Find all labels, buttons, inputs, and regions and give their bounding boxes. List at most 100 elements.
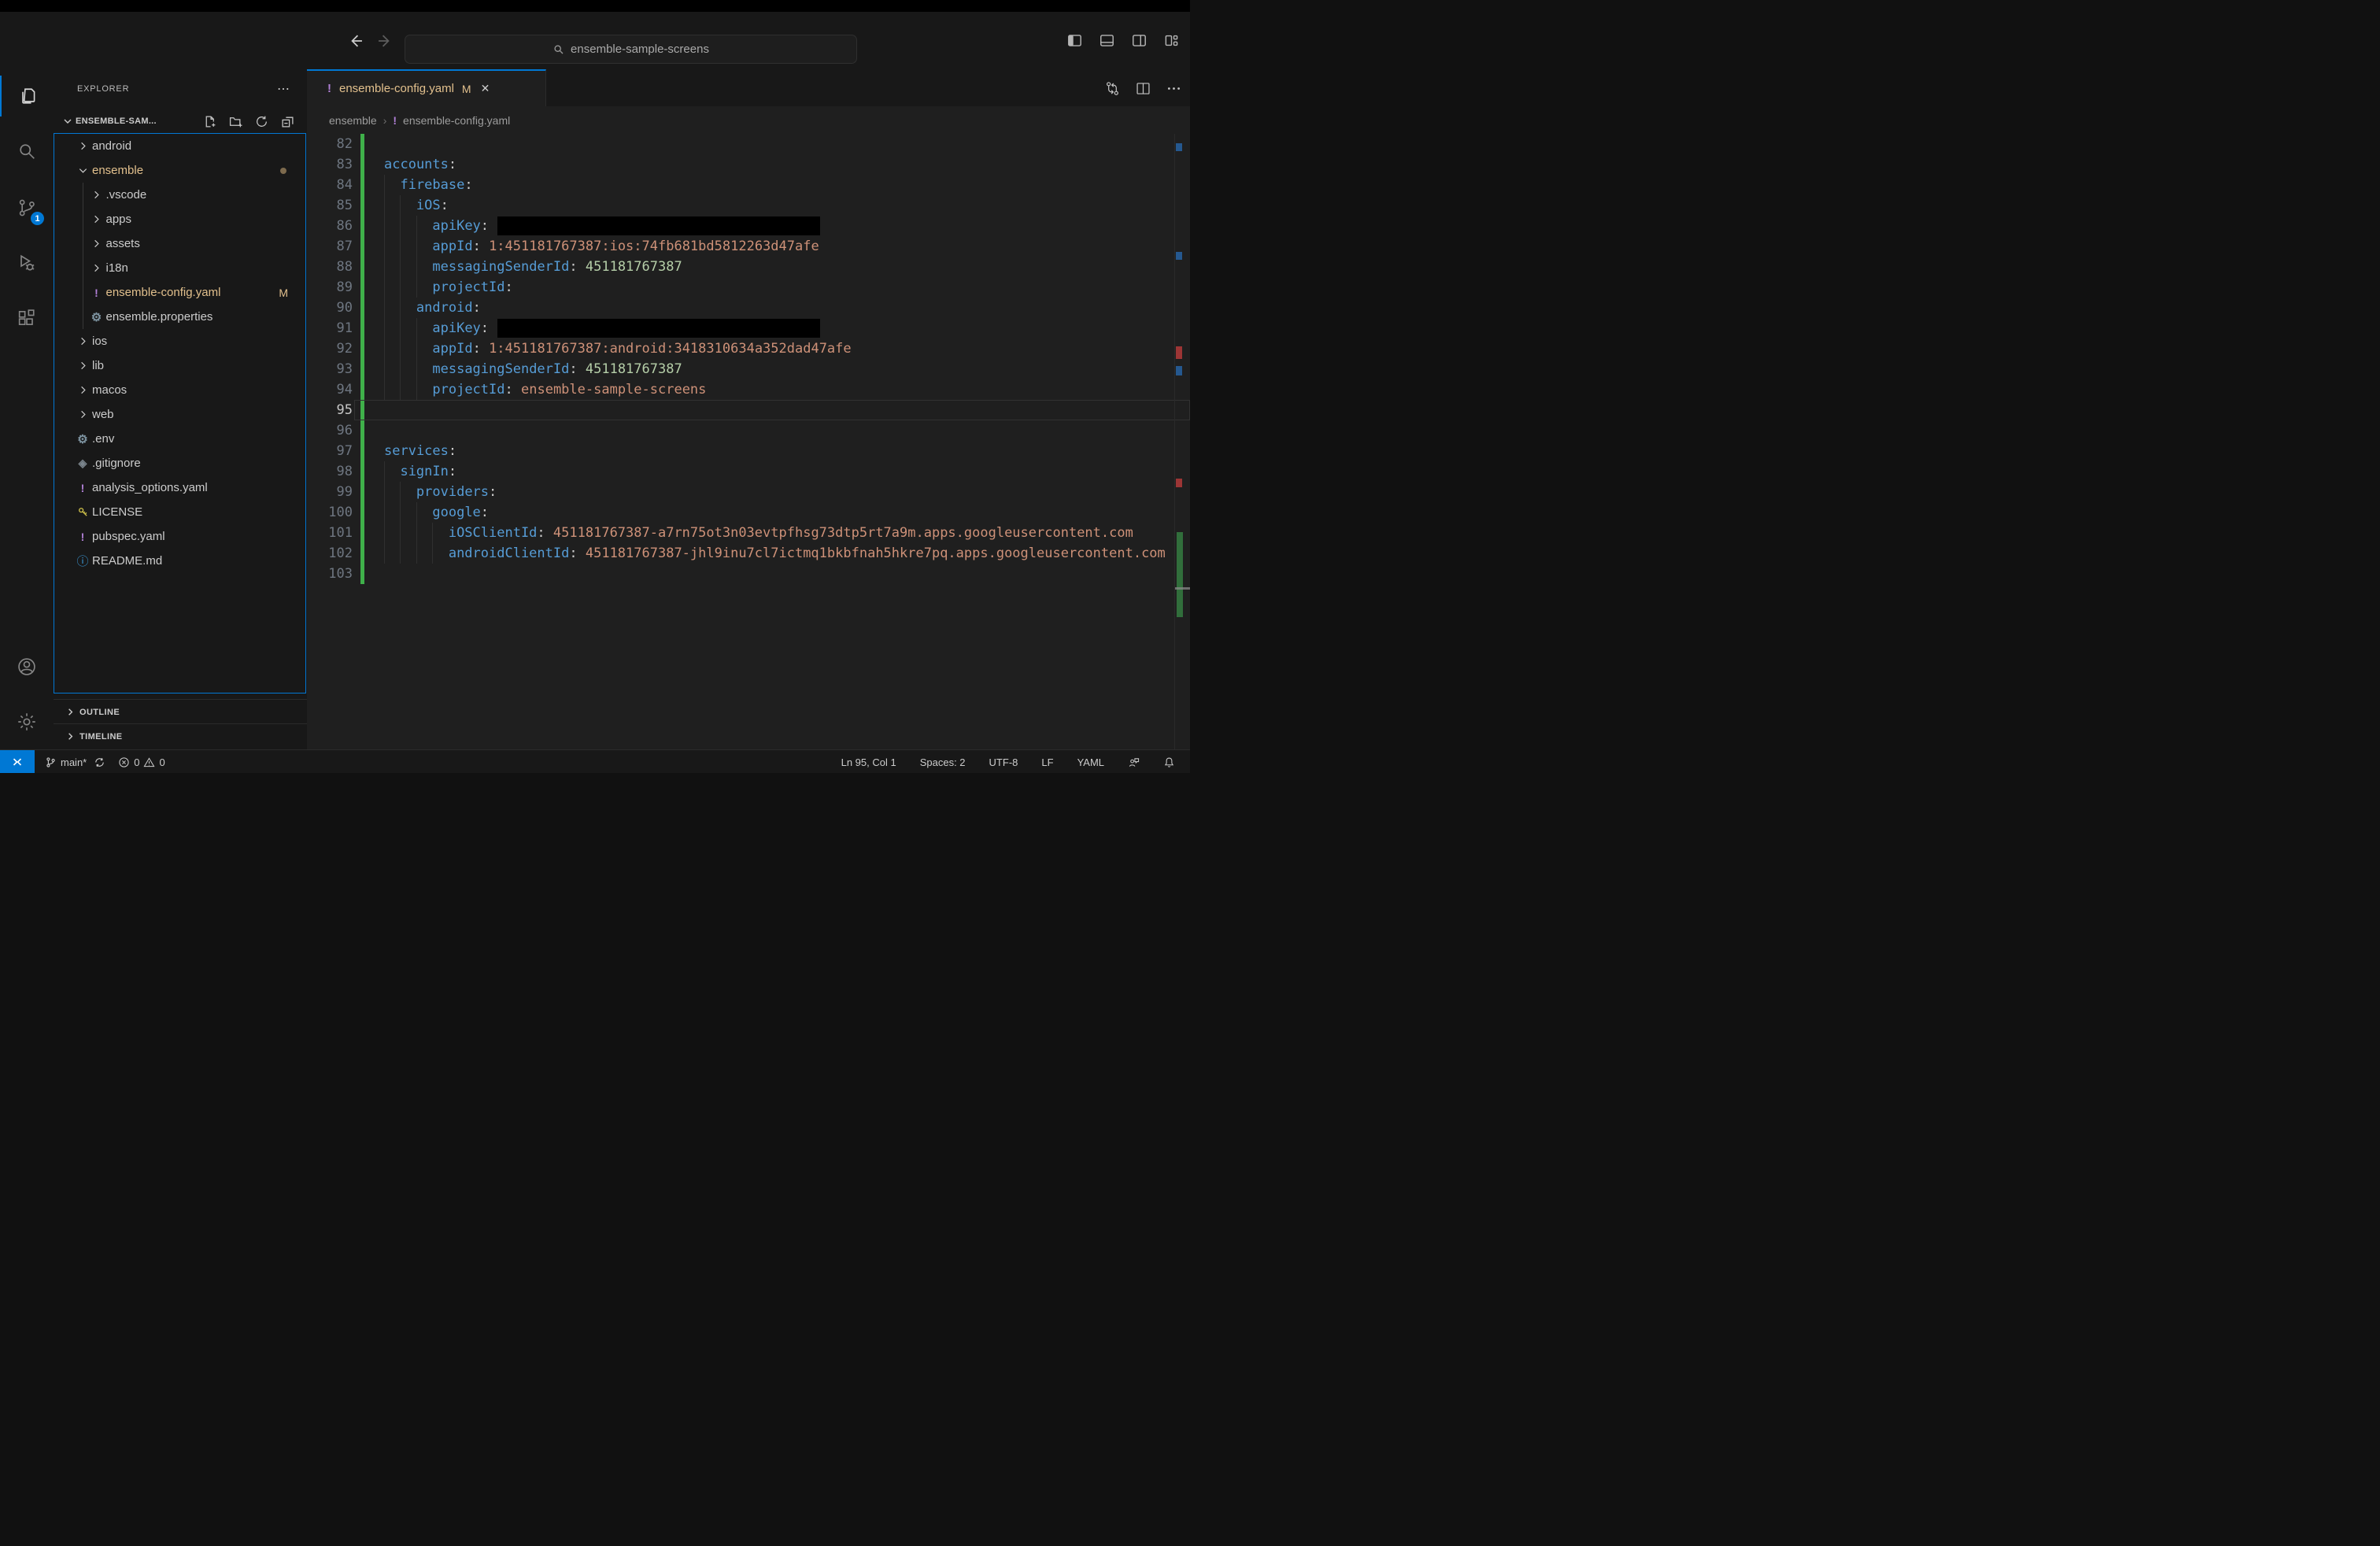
tree-item-lib[interactable]: lib [54, 353, 305, 378]
activity-account[interactable] [0, 646, 54, 687]
code-line-93[interactable]: 93messagingSenderId: 451181767387 [307, 359, 1190, 379]
gutter-added-indicator [360, 154, 364, 175]
tree-item-ensemble-properties[interactable]: ⚙ensemble.properties [54, 305, 305, 329]
tree-item-label: pubspec.yaml [92, 530, 165, 543]
split-editor-icon[interactable] [1135, 80, 1150, 95]
collapse-all-icon[interactable] [281, 115, 294, 128]
gutter-added-indicator [360, 543, 364, 564]
code-line-95[interactable]: 95 [307, 400, 1190, 420]
code-line-85[interactable]: 85iOS: [307, 195, 1190, 216]
explorer-more-actions-icon[interactable]: ⋯ [277, 81, 290, 97]
more-actions-icon[interactable] [1166, 80, 1181, 95]
chevron-right-icon [77, 409, 89, 420]
git-icon: ◈ [79, 457, 87, 470]
activity-search[interactable] [0, 131, 54, 172]
code-text: appId: 1:451181767387:ios:74fb681bd58122… [432, 236, 819, 257]
tab-close-icon[interactable]: ✕ [481, 82, 490, 95]
encoding[interactable]: UTF-8 [985, 750, 1022, 773]
gutter-added-indicator [360, 298, 364, 318]
activity-run-debug[interactable] [0, 242, 54, 283]
workspace-section-header[interactable]: ENSEMBLE-SAM... [54, 110, 307, 132]
tree-item-ensemble[interactable]: ensemble [54, 158, 305, 183]
toggle-panel-icon[interactable] [1099, 33, 1114, 48]
tree-item-analysis-options-yaml[interactable]: !analysis_options.yaml [54, 475, 305, 500]
tree-item-i18n[interactable]: i18n [54, 256, 305, 280]
breadcrumb-file[interactable]: ensemble-config.yaml [403, 114, 510, 127]
code-line-82[interactable]: 82 [307, 134, 1190, 154]
code-line-84[interactable]: 84firebase: [307, 175, 1190, 195]
activity-source-control[interactable]: 1 [0, 187, 54, 228]
feedback-icon[interactable] [1124, 750, 1144, 773]
tree-item--gitignore[interactable]: ◈.gitignore [54, 451, 305, 475]
activity-settings[interactable] [0, 701, 54, 742]
new-folder-icon[interactable] [229, 115, 242, 128]
customize-layout-icon[interactable] [1164, 33, 1179, 48]
redacted-value [497, 319, 820, 338]
code-line-100[interactable]: 100google: [307, 502, 1190, 523]
code-line-97[interactable]: 97services: [307, 441, 1190, 461]
code-line-83[interactable]: 83accounts: [307, 154, 1190, 175]
tree-item-assets[interactable]: assets [54, 231, 305, 256]
indentation[interactable]: Spaces: 2 [916, 750, 970, 773]
code-line-101[interactable]: 101iOSClientId: 451181767387-a7rn75ot3n0… [307, 523, 1190, 543]
language-mode[interactable]: YAML [1074, 750, 1108, 773]
activity-extensions[interactable] [0, 298, 54, 338]
code-line-90[interactable]: 90android: [307, 298, 1190, 318]
search-icon [16, 140, 38, 162]
problems-item[interactable]: 0 0 [114, 750, 168, 773]
tree-item-readme-md[interactable]: ⓘREADME.md [54, 549, 305, 573]
gutter-added-indicator [360, 502, 364, 523]
code-editor[interactable]: 8283accounts:84firebase:85iOS:86apiKey:8… [307, 134, 1190, 749]
tree-item--env[interactable]: ⚙.env [54, 427, 305, 451]
tree-item-label: README.md [92, 554, 162, 568]
code-line-88[interactable]: 88messagingSenderId: 451181767387 [307, 257, 1190, 277]
tree-item-android[interactable]: android [54, 134, 305, 158]
overview-ruler[interactable] [1174, 134, 1190, 749]
code-line-96[interactable]: 96 [307, 420, 1190, 441]
tree-item-macos[interactable]: macos [54, 378, 305, 402]
open-changes-icon[interactable] [1104, 80, 1119, 95]
remote-indicator[interactable] [0, 750, 35, 773]
tab-ensemble-config[interactable]: ! ensemble-config.yaml M ✕ [307, 69, 546, 106]
code-line-87[interactable]: 87appId: 1:451181767387:ios:74fb681bd581… [307, 236, 1190, 257]
eol[interactable]: LF [1037, 750, 1057, 773]
back-arrow-icon[interactable] [346, 32, 364, 50]
command-center-search[interactable]: ensemble-sample-screens [405, 35, 857, 64]
tree-item-web[interactable]: web [54, 402, 305, 427]
timeline-section[interactable]: TIMELINE [54, 723, 307, 749]
code-line-91[interactable]: 91apiKey: [307, 318, 1190, 338]
code-line-89[interactable]: 89projectId: [307, 277, 1190, 298]
git-branch-item[interactable]: main* [41, 750, 109, 773]
tree-item--vscode[interactable]: .vscode [54, 183, 305, 207]
gutter-added-indicator [360, 564, 364, 584]
gutter-added-indicator [360, 195, 364, 216]
line-number: 84 [307, 175, 353, 195]
code-line-92[interactable]: 92appId: 1:451181767387:android:34183106… [307, 338, 1190, 359]
code-line-102[interactable]: 102androidClientId: 451181767387-jhl9inu… [307, 543, 1190, 564]
code-line-86[interactable]: 86apiKey: [307, 216, 1190, 236]
toggle-sidebar-icon[interactable] [1067, 33, 1082, 48]
forward-arrow-icon[interactable] [377, 32, 394, 50]
code-line-99[interactable]: 99providers: [307, 482, 1190, 502]
tree-item-label: web [92, 408, 114, 421]
tree-item-apps[interactable]: apps [54, 207, 305, 231]
activity-explorer[interactable] [0, 76, 55, 117]
line-number: 95 [307, 400, 353, 420]
tree-item-license[interactable]: LICENSE [54, 500, 305, 524]
cursor-position[interactable]: Ln 95, Col 1 [837, 750, 900, 773]
chevron-right-icon [65, 706, 76, 718]
tree-item-pubspec-yaml[interactable]: !pubspec.yaml [54, 524, 305, 549]
tree-item-ios[interactable]: ios [54, 329, 305, 353]
breadcrumb-folder[interactable]: ensemble [329, 114, 377, 127]
toggle-secondary-sidebar-icon[interactable] [1132, 33, 1147, 48]
code-line-94[interactable]: 94projectId: ensemble-sample-screens [307, 379, 1190, 400]
tree-item-ensemble-config-yaml[interactable]: !ensemble-config.yamlM [54, 280, 305, 305]
outline-section[interactable]: OUTLINE [54, 699, 307, 724]
code-line-103[interactable]: 103 [307, 564, 1190, 584]
gutter-added-indicator [360, 441, 364, 461]
new-file-icon[interactable] [203, 115, 216, 128]
code-line-98[interactable]: 98signIn: [307, 461, 1190, 482]
notifications-bell-icon[interactable] [1159, 750, 1179, 773]
refresh-icon[interactable] [255, 115, 268, 128]
code-text: iOS: [416, 195, 449, 216]
